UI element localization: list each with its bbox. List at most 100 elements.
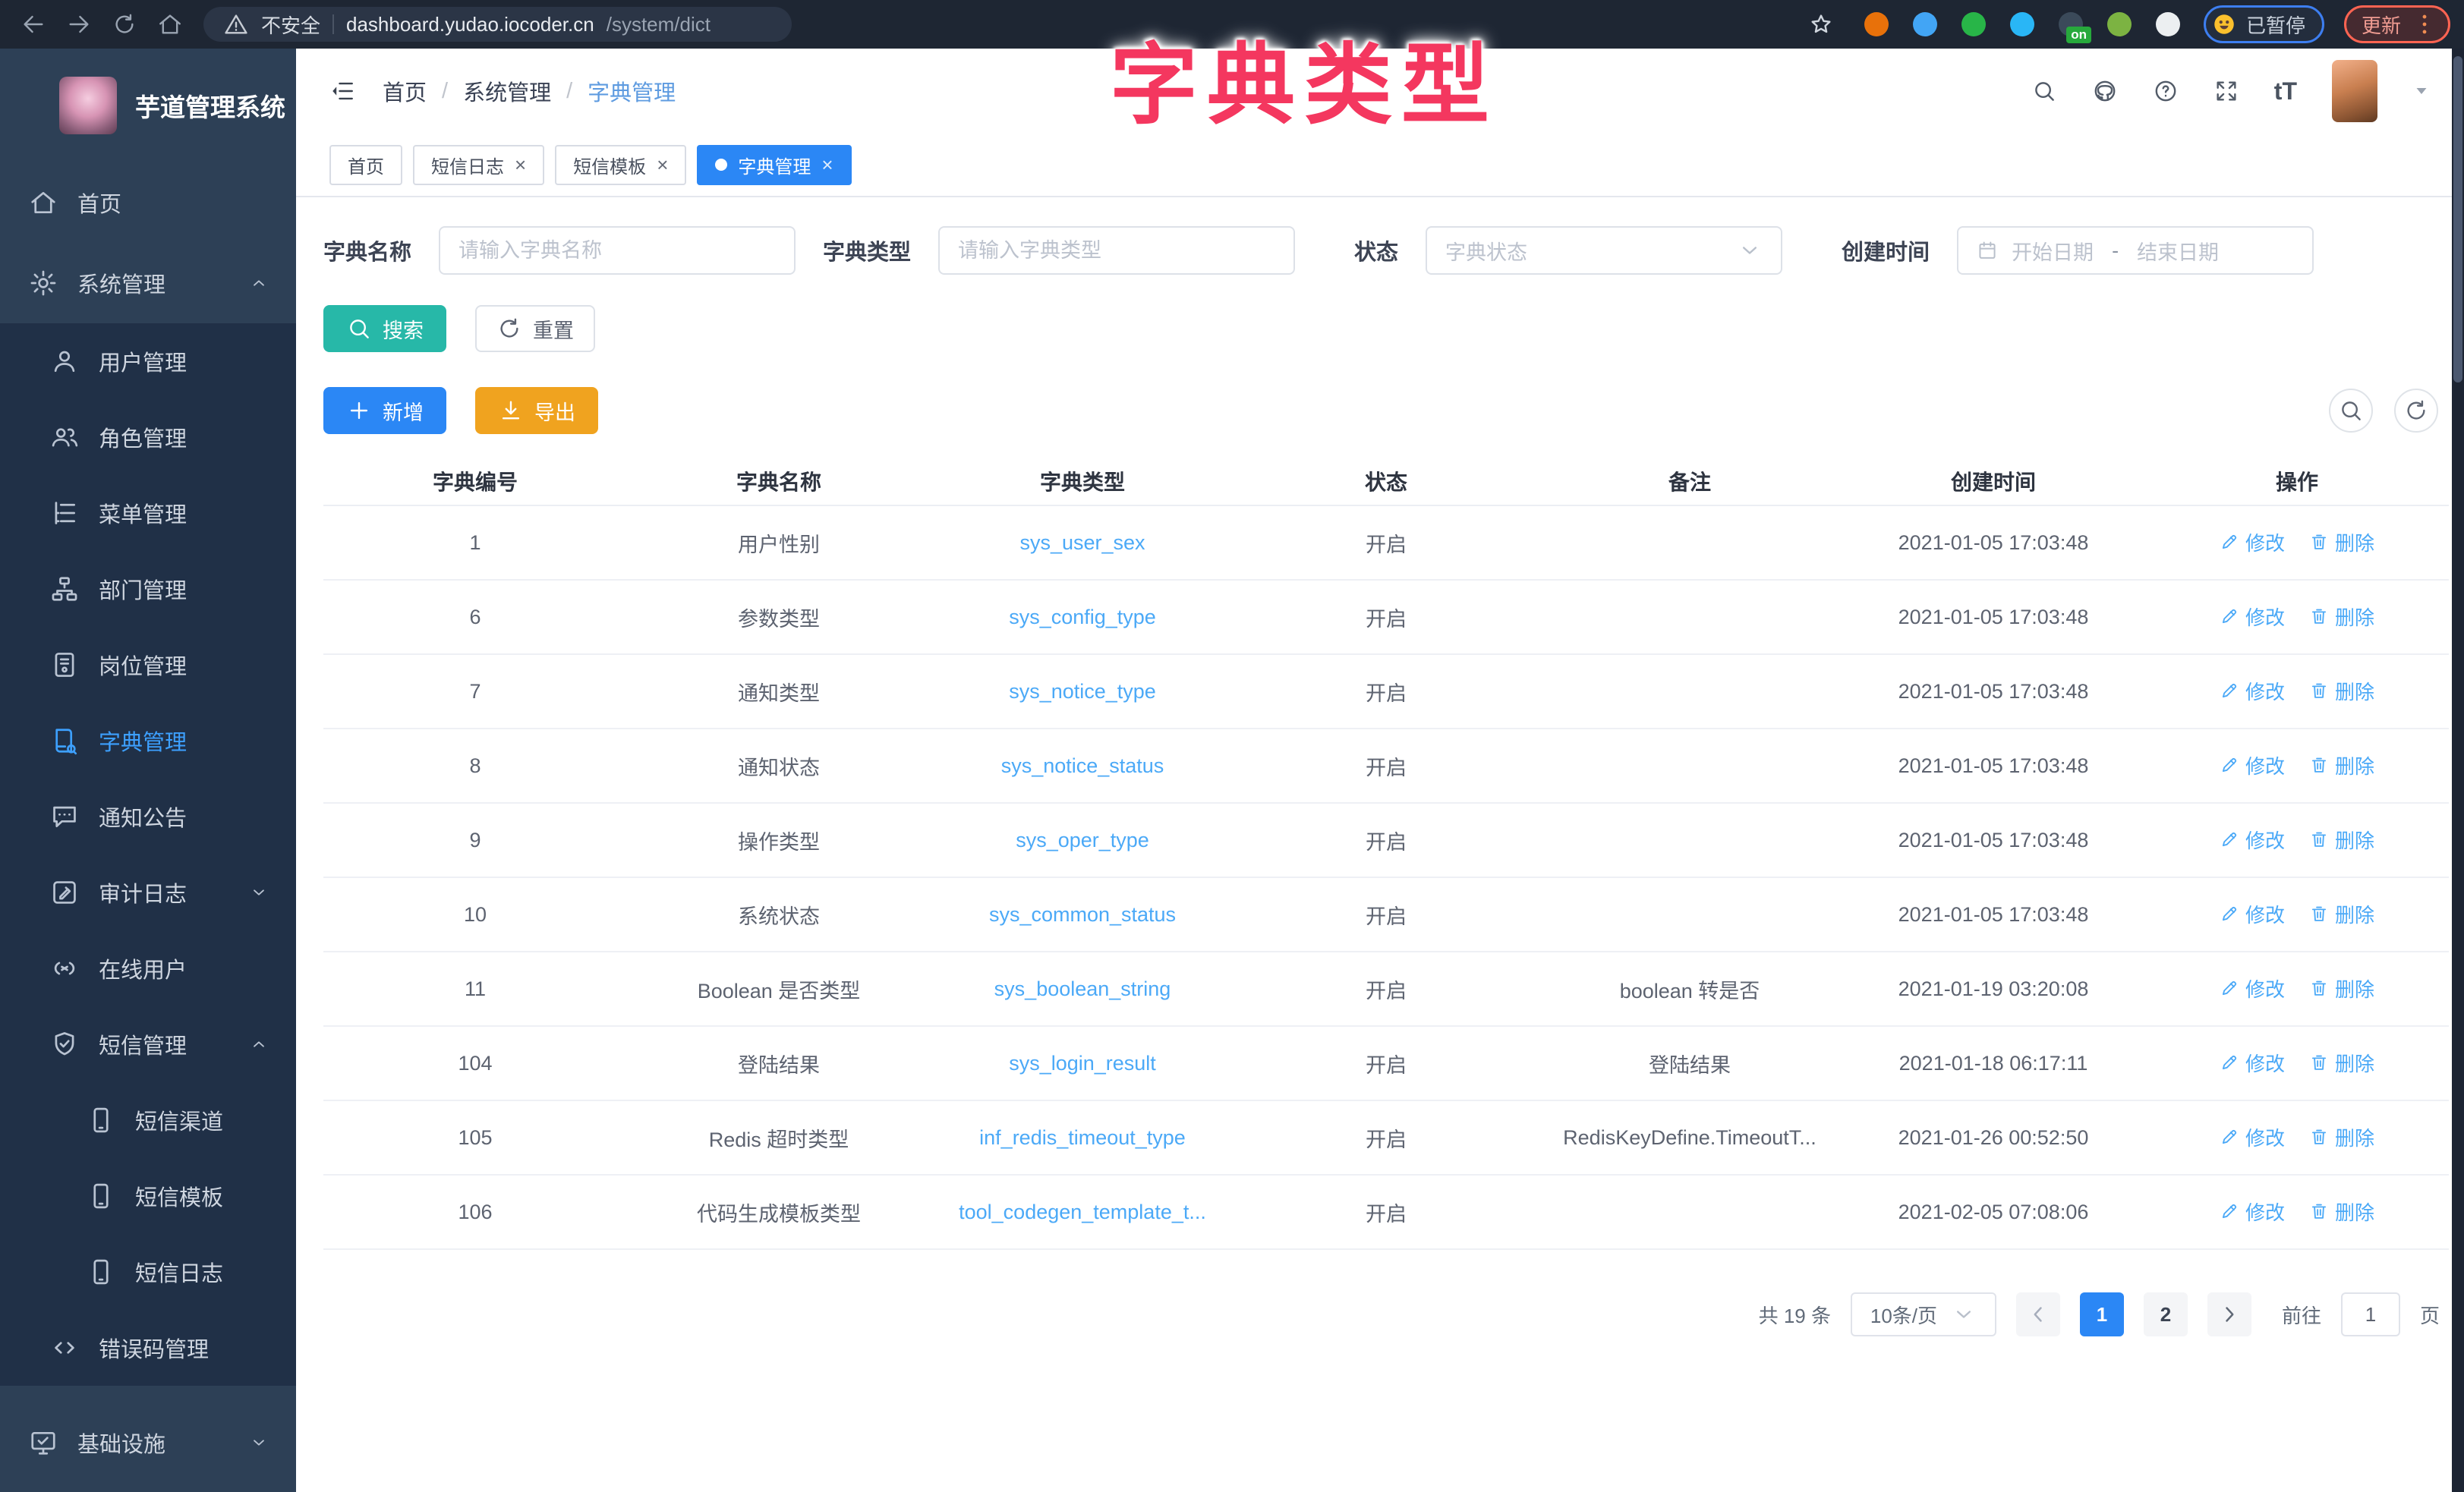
sidebar-item-dept[interactable]: 部门管理 [0,551,296,627]
edit-link[interactable]: 修改 [2220,751,2285,779]
scrollbar-thumb[interactable] [2453,56,2462,382]
browser-reload-button[interactable] [105,5,144,44]
sidebar-item-dict[interactable]: 字典管理 [0,703,296,779]
user-avatar[interactable] [2332,60,2377,122]
delete-link[interactable]: 删除 [2309,974,2374,1003]
add-button[interactable]: 新增 [323,387,446,434]
delete-link[interactable]: 删除 [2309,900,2374,928]
page-size-select[interactable]: 10条/页 [1851,1292,1996,1336]
delete-link[interactable]: 删除 [2309,1198,2374,1226]
sidebar-item-system[interactable]: 系统管理 [0,243,296,323]
fullscreen-icon[interactable] [2214,78,2239,104]
status-select[interactable]: 字典状态 [1426,226,1782,275]
sidebar-item-user[interactable]: 用户管理 [0,323,296,399]
sidebar-item-role[interactable]: 角色管理 [0,399,296,475]
dict-type-link[interactable]: sys_notice_type [1009,680,1156,703]
delete-link[interactable]: 删除 [2309,751,2374,779]
edit-link[interactable]: 修改 [2220,677,2285,705]
dict-type-link[interactable]: sys_boolean_string [994,977,1171,1000]
sidebar-item-post[interactable]: 岗位管理 [0,627,296,703]
sidebar-item-sms-template[interactable]: 短信模板 [0,1158,296,1234]
delete-link[interactable]: 删除 [2309,1123,2374,1151]
sidebar-collapse-button[interactable] [329,78,355,104]
reset-button[interactable]: 重置 [475,305,595,352]
search-button[interactable]: 搜索 [323,305,446,352]
sidebar-item-home[interactable]: 首页 [0,162,296,243]
extension-icon[interactable] [2103,8,2135,40]
sidebar-item-audit[interactable]: 审计日志 [0,855,296,930]
github-icon[interactable] [2092,78,2118,104]
delete-link[interactable]: 删除 [2309,1049,2374,1077]
refresh-table-button[interactable] [2394,389,2438,433]
delete-link[interactable]: 删除 [2309,826,2374,854]
date-range-picker[interactable]: 开始日期 - 结束日期 [1957,226,2314,275]
page-scrollbar[interactable] [2452,49,2464,1492]
sidebar-logo[interactable]: 芋道管理系统 [0,49,296,162]
next-page-button[interactable] [2207,1292,2251,1336]
edit-link[interactable]: 修改 [2220,1198,2285,1226]
extension-icon[interactable]: on [2055,8,2087,40]
tab-sms-template[interactable]: 短信模板× [555,145,686,185]
extension-icon[interactable] [1861,8,1892,40]
breadcrumb-system[interactable]: 系统管理 [463,75,551,107]
delete-link[interactable]: 删除 [2309,528,2374,556]
sidebar-item-sms-log[interactable]: 短信日志 [0,1234,296,1310]
dict-type-input[interactable] [958,239,1275,263]
dict-type-link[interactable]: sys_common_status [989,903,1176,926]
cell-id: 1 [323,505,627,580]
bookmark-star-button[interactable] [1801,5,1841,44]
sidebar-item-infra[interactable]: 基础设施 [0,1402,296,1483]
font-size-icon[interactable]: tT [2274,77,2297,105]
dict-type-link[interactable]: inf_redis_timeout_type [979,1126,1186,1149]
edit-link[interactable]: 修改 [2220,900,2285,928]
browser-back-button[interactable] [14,5,53,44]
dict-type-link[interactable]: sys_user_sex [1019,531,1145,554]
sidebar-item-menu[interactable]: 菜单管理 [0,475,296,551]
dict-type-link[interactable]: sys_config_type [1009,606,1156,628]
page-2[interactable]: 2 [2144,1292,2188,1336]
sidebar-item-notice[interactable]: 通知公告 [0,779,296,855]
help-icon[interactable] [2153,78,2179,104]
close-icon[interactable]: × [657,155,668,175]
tab-home[interactable]: 首页 [329,145,402,185]
close-icon[interactable]: × [515,155,526,175]
dict-type-link[interactable]: tool_codegen_template_t... [959,1201,1206,1223]
extension-icon[interactable] [2152,8,2184,40]
goto-page-input[interactable] [2341,1292,2400,1336]
breadcrumb-home[interactable]: 首页 [383,75,427,107]
tab-sms-log[interactable]: 短信日志× [413,145,544,185]
toggle-search-button[interactable] [2329,389,2373,433]
header-search-icon[interactable] [2031,78,2057,104]
browser-update-button[interactable]: 更新 [2344,5,2450,43]
sidebar-item-sms-channel[interactable]: 短信渠道 [0,1082,296,1158]
browser-home-button[interactable] [150,5,190,44]
sidebar-item-online[interactable]: 在线用户 [0,930,296,1006]
sidebar-item-sms[interactable]: 短信管理 [0,1006,296,1082]
edit-link[interactable]: 修改 [2220,974,2285,1003]
page-1[interactable]: 1 [2080,1292,2124,1336]
edit-link[interactable]: 修改 [2220,1123,2285,1151]
delete-link[interactable]: 删除 [2309,677,2374,705]
edit-link[interactable]: 修改 [2220,528,2285,556]
sidebar-item-errcode[interactable]: 错误码管理 [0,1310,296,1386]
close-icon[interactable]: × [821,155,833,175]
browser-profile-button[interactable]: 已暂停 [2204,5,2324,43]
delete-link[interactable]: 删除 [2309,603,2374,631]
edit-link[interactable]: 修改 [2220,1049,2285,1077]
avatar-dropdown-caret-icon[interactable] [2412,82,2431,100]
extension-icon[interactable] [2006,8,2038,40]
dict-type-link[interactable]: sys_login_result [1009,1052,1156,1075]
browser-forward-button[interactable] [59,5,99,44]
export-button[interactable]: 导出 [475,387,598,434]
prev-page-button[interactable] [2016,1292,2060,1336]
table-row: 8通知状态sys_notice_status开启2021-01-05 17:03… [323,729,2449,803]
dict-name-input[interactable] [458,239,776,263]
dict-type-link[interactable]: sys_oper_type [1016,829,1149,851]
extension-icon[interactable] [1909,8,1941,40]
edit-link[interactable]: 修改 [2220,826,2285,854]
extension-icon[interactable] [1958,8,1990,40]
tab-dict[interactable]: 字典管理× [697,145,851,185]
dict-type-link[interactable]: sys_notice_status [1001,754,1164,777]
address-bar[interactable]: 不安全 dashboard.yudao.iocoder.cn/system/di… [203,7,792,42]
edit-link[interactable]: 修改 [2220,603,2285,631]
